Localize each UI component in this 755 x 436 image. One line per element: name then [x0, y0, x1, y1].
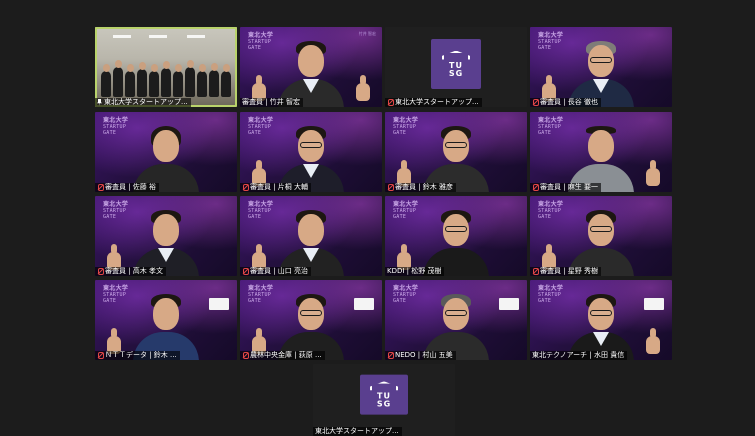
video-tile-participant[interactable]: 東北大学 STARTUP GATE 農林中央金庫 | 荻原 ...	[240, 280, 382, 360]
mic-muted-icon	[97, 352, 104, 359]
participant-name-label: 審査員 | 竹井 智宏	[240, 98, 304, 107]
participant-video	[566, 120, 636, 192]
participant-video	[566, 204, 636, 276]
group-photo	[99, 57, 233, 97]
participant-video	[421, 204, 491, 276]
participant-name-label: 審査員 | 鈴木 雅彦	[385, 183, 457, 192]
participant-name-label: KDDI | 松野 茂樹	[385, 267, 445, 276]
participant-video	[421, 120, 491, 192]
video-tile-participant[interactable]: 東北大学 STARTUP GATE 東北テクノアーチ | 水田 貴信	[530, 280, 672, 360]
event-logo: 東北大学 STARTUP GATE	[393, 201, 419, 221]
mic-muted-icon	[387, 184, 394, 191]
mic-muted-icon	[97, 184, 104, 191]
video-gallery: 東北大学スタートアップ... 東北大学 STARTUP GATE 竹井 智宏 審査員…	[0, 0, 755, 436]
participant-video	[276, 204, 346, 276]
event-logo: 東北大学 STARTUP GATE	[538, 201, 564, 221]
event-logo: 東北大学 STARTUP GATE	[103, 285, 129, 305]
video-tile-participant[interactable]: 東北大学 STARTUP GATE 審査員 | 山口 亮治	[240, 196, 382, 276]
participant-name-label: 東北大学スタートアップ...	[313, 427, 402, 436]
video-tile-logo[interactable]: TU SG 東北大学スタートアップ...	[313, 364, 455, 436]
video-tile-participant[interactable]: 東北大学 STARTUP GATE 審査員 | 鈴木 雅彦	[385, 112, 527, 192]
participant-name-label: 東北テクノアーチ | 水田 貴信	[530, 351, 628, 360]
participant-video	[566, 288, 636, 360]
video-tile-participant[interactable]: 東北大学 STARTUP GATE 審査員 | 星野 秀樹	[530, 196, 672, 276]
video-tile-logo[interactable]: TU SG 東北大学スタートアップ...	[385, 27, 527, 107]
participant-name-label: 審査員 | 麻生 要一	[530, 183, 602, 192]
thumbs-up	[646, 328, 660, 354]
mic-muted-icon	[97, 268, 104, 275]
video-tile-participant[interactable]: 東北大学 STARTUP GATE NEDO | 村山 五美	[385, 280, 527, 360]
tusg-logo: TU SG	[360, 374, 408, 415]
video-tile-participant[interactable]: 東北大学 STARTUP GATE 審査員 | 高木 孝文	[95, 196, 237, 276]
video-tile-participant[interactable]: 東北大学 STARTUP GATE 審査員 | 佐藤 裕	[95, 112, 237, 192]
sponsor-logo	[499, 298, 519, 310]
participant-name-label: ＮＴＴデータ | 鈴木 ...	[95, 351, 180, 360]
event-logo: 東北大学 STARTUP GATE	[248, 32, 274, 52]
mic-muted-icon	[242, 184, 249, 191]
thumbs-up	[356, 75, 370, 101]
event-logo: 東北大学 STARTUP GATE	[103, 201, 129, 221]
event-logo: 東北大学 STARTUP GATE	[393, 285, 419, 305]
mic-muted-icon	[242, 268, 249, 275]
participant-name-label: 審査員 | 山口 亮治	[240, 267, 312, 276]
event-logo: 東北大学 STARTUP GATE	[538, 285, 564, 305]
tusg-logo: TU SG	[431, 39, 481, 89]
participant-name-label: 東北大学スタートアップ...	[385, 98, 482, 107]
ceiling-lights	[105, 35, 225, 39]
thumbs-up	[646, 160, 660, 186]
event-logo: 東北大学 STARTUP GATE	[538, 117, 564, 137]
participant-name-label: 審査員 | 片桐 大輔	[240, 183, 312, 192]
participant-video	[276, 35, 346, 107]
participant-video	[131, 288, 201, 360]
mic-muted-icon	[532, 268, 539, 275]
video-tile-participant[interactable]: 東北大学 STARTUP GATE ＮＴＴデータ | 鈴木 ...	[95, 280, 237, 360]
participant-video	[131, 204, 201, 276]
pin-icon	[97, 99, 102, 106]
event-logo: 東北大学 STARTUP GATE	[248, 117, 274, 137]
mic-muted-icon	[387, 352, 394, 359]
sponsor-logo	[644, 298, 664, 310]
event-logo: 東北大学 STARTUP GATE	[393, 117, 419, 137]
mic-muted-icon	[532, 99, 539, 106]
participant-video	[131, 120, 201, 192]
event-badge: 竹井 智宏	[358, 31, 376, 36]
participant-video	[276, 288, 346, 360]
mic-muted-icon	[532, 184, 539, 191]
participant-name-label: 審査員 | 星野 秀樹	[530, 267, 602, 276]
mic-muted-icon	[242, 352, 249, 359]
video-tile-participant[interactable]: 東北大学 STARTUP GATE 審査員 | 片桐 大輔	[240, 112, 382, 192]
video-tile-participant[interactable]: 東北大学 STARTUP GATE 竹井 智宏 審査員 | 竹井 智宏	[240, 27, 382, 107]
participant-name-label: 審査員 | 高木 孝文	[95, 267, 167, 276]
participant-video	[566, 35, 636, 107]
participant-name-label: 農林中央金庫 | 荻原 ...	[240, 351, 325, 360]
video-tile-participant[interactable]: 東北大学 STARTUP GATE 審査員 | 長谷 徹也	[530, 27, 672, 107]
sponsor-logo	[209, 298, 229, 310]
participant-name-label: 東北大学スタートアップ...	[95, 98, 191, 107]
event-logo: 東北大学 STARTUP GATE	[538, 32, 564, 52]
participant-name-label: NEDO | 村山 五美	[385, 351, 456, 360]
participant-name-label: 審査員 | 長谷 徹也	[530, 98, 602, 107]
video-tile-participant[interactable]: 東北大学 STARTUP GATE KDDI | 松野 茂樹	[385, 196, 527, 276]
sponsor-logo	[354, 298, 374, 310]
mic-muted-icon	[387, 99, 394, 106]
event-logo: 東北大学 STARTUP GATE	[248, 201, 274, 221]
video-tile-participant[interactable]: 東北大学 STARTUP GATE 審査員 | 麻生 要一	[530, 112, 672, 192]
participant-name-label: 審査員 | 佐藤 裕	[95, 183, 160, 192]
participant-video	[276, 120, 346, 192]
video-tile-room[interactable]: 東北大学スタートアップ...	[95, 27, 237, 107]
event-logo: 東北大学 STARTUP GATE	[248, 285, 274, 305]
event-logo: 東北大学 STARTUP GATE	[103, 117, 129, 137]
participant-video	[421, 288, 491, 360]
